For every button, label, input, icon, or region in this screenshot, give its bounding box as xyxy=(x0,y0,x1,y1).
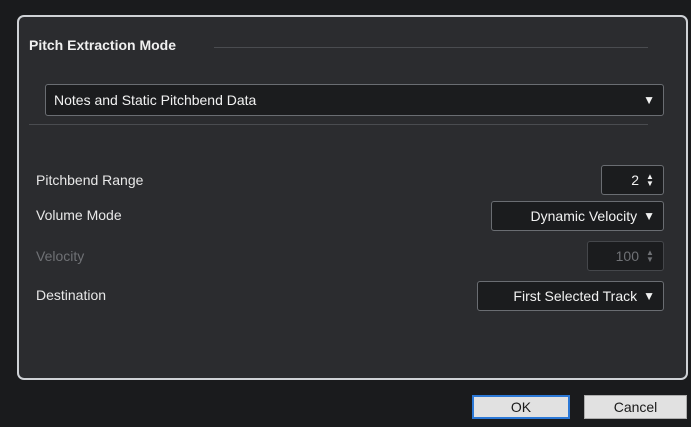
velocity-stepper: 100 ▲ ▼ xyxy=(587,241,664,271)
pitchbend-range-label: Pitchbend Range xyxy=(36,172,144,188)
destination-dropdown[interactable]: First Selected Track ▼ xyxy=(477,281,664,311)
section-divider xyxy=(214,47,648,48)
destination-value: First Selected Track xyxy=(513,288,638,304)
pitch-extraction-mode-value: Notes and Static Pitchbend Data xyxy=(54,92,257,108)
cancel-button[interactable]: Cancel xyxy=(584,395,687,419)
section-title: Pitch Extraction Mode xyxy=(29,37,177,53)
velocity-label: Velocity xyxy=(36,248,85,264)
pitchbend-range-stepper[interactable]: 2 ▲ ▼ xyxy=(601,165,664,195)
chevron-down-icon: ▼ xyxy=(643,289,655,303)
spin-arrows-icon: ▲ ▼ xyxy=(644,249,656,264)
pitchbend-range-value: 2 xyxy=(631,172,639,188)
volume-mode-value: Dynamic Velocity xyxy=(530,208,638,224)
destination-label: Destination xyxy=(36,287,107,303)
chevron-down-icon: ▼ xyxy=(643,93,655,107)
volume-mode-dropdown[interactable]: Dynamic Velocity ▼ xyxy=(491,201,664,231)
dialog-panel xyxy=(17,15,688,380)
volume-mode-label: Volume Mode xyxy=(36,207,122,223)
velocity-value: 100 xyxy=(615,248,639,264)
spin-down-icon[interactable]: ▼ xyxy=(646,180,654,188)
pitch-extraction-mode-dropdown[interactable]: Notes and Static Pitchbend Data ▼ xyxy=(45,84,664,116)
spin-down-icon: ▼ xyxy=(646,255,654,264)
section-divider-lower xyxy=(29,124,648,125)
spin-arrows-icon[interactable]: ▲ ▼ xyxy=(644,173,656,188)
ok-button[interactable]: OK xyxy=(472,395,570,419)
chevron-down-icon: ▼ xyxy=(643,209,655,223)
